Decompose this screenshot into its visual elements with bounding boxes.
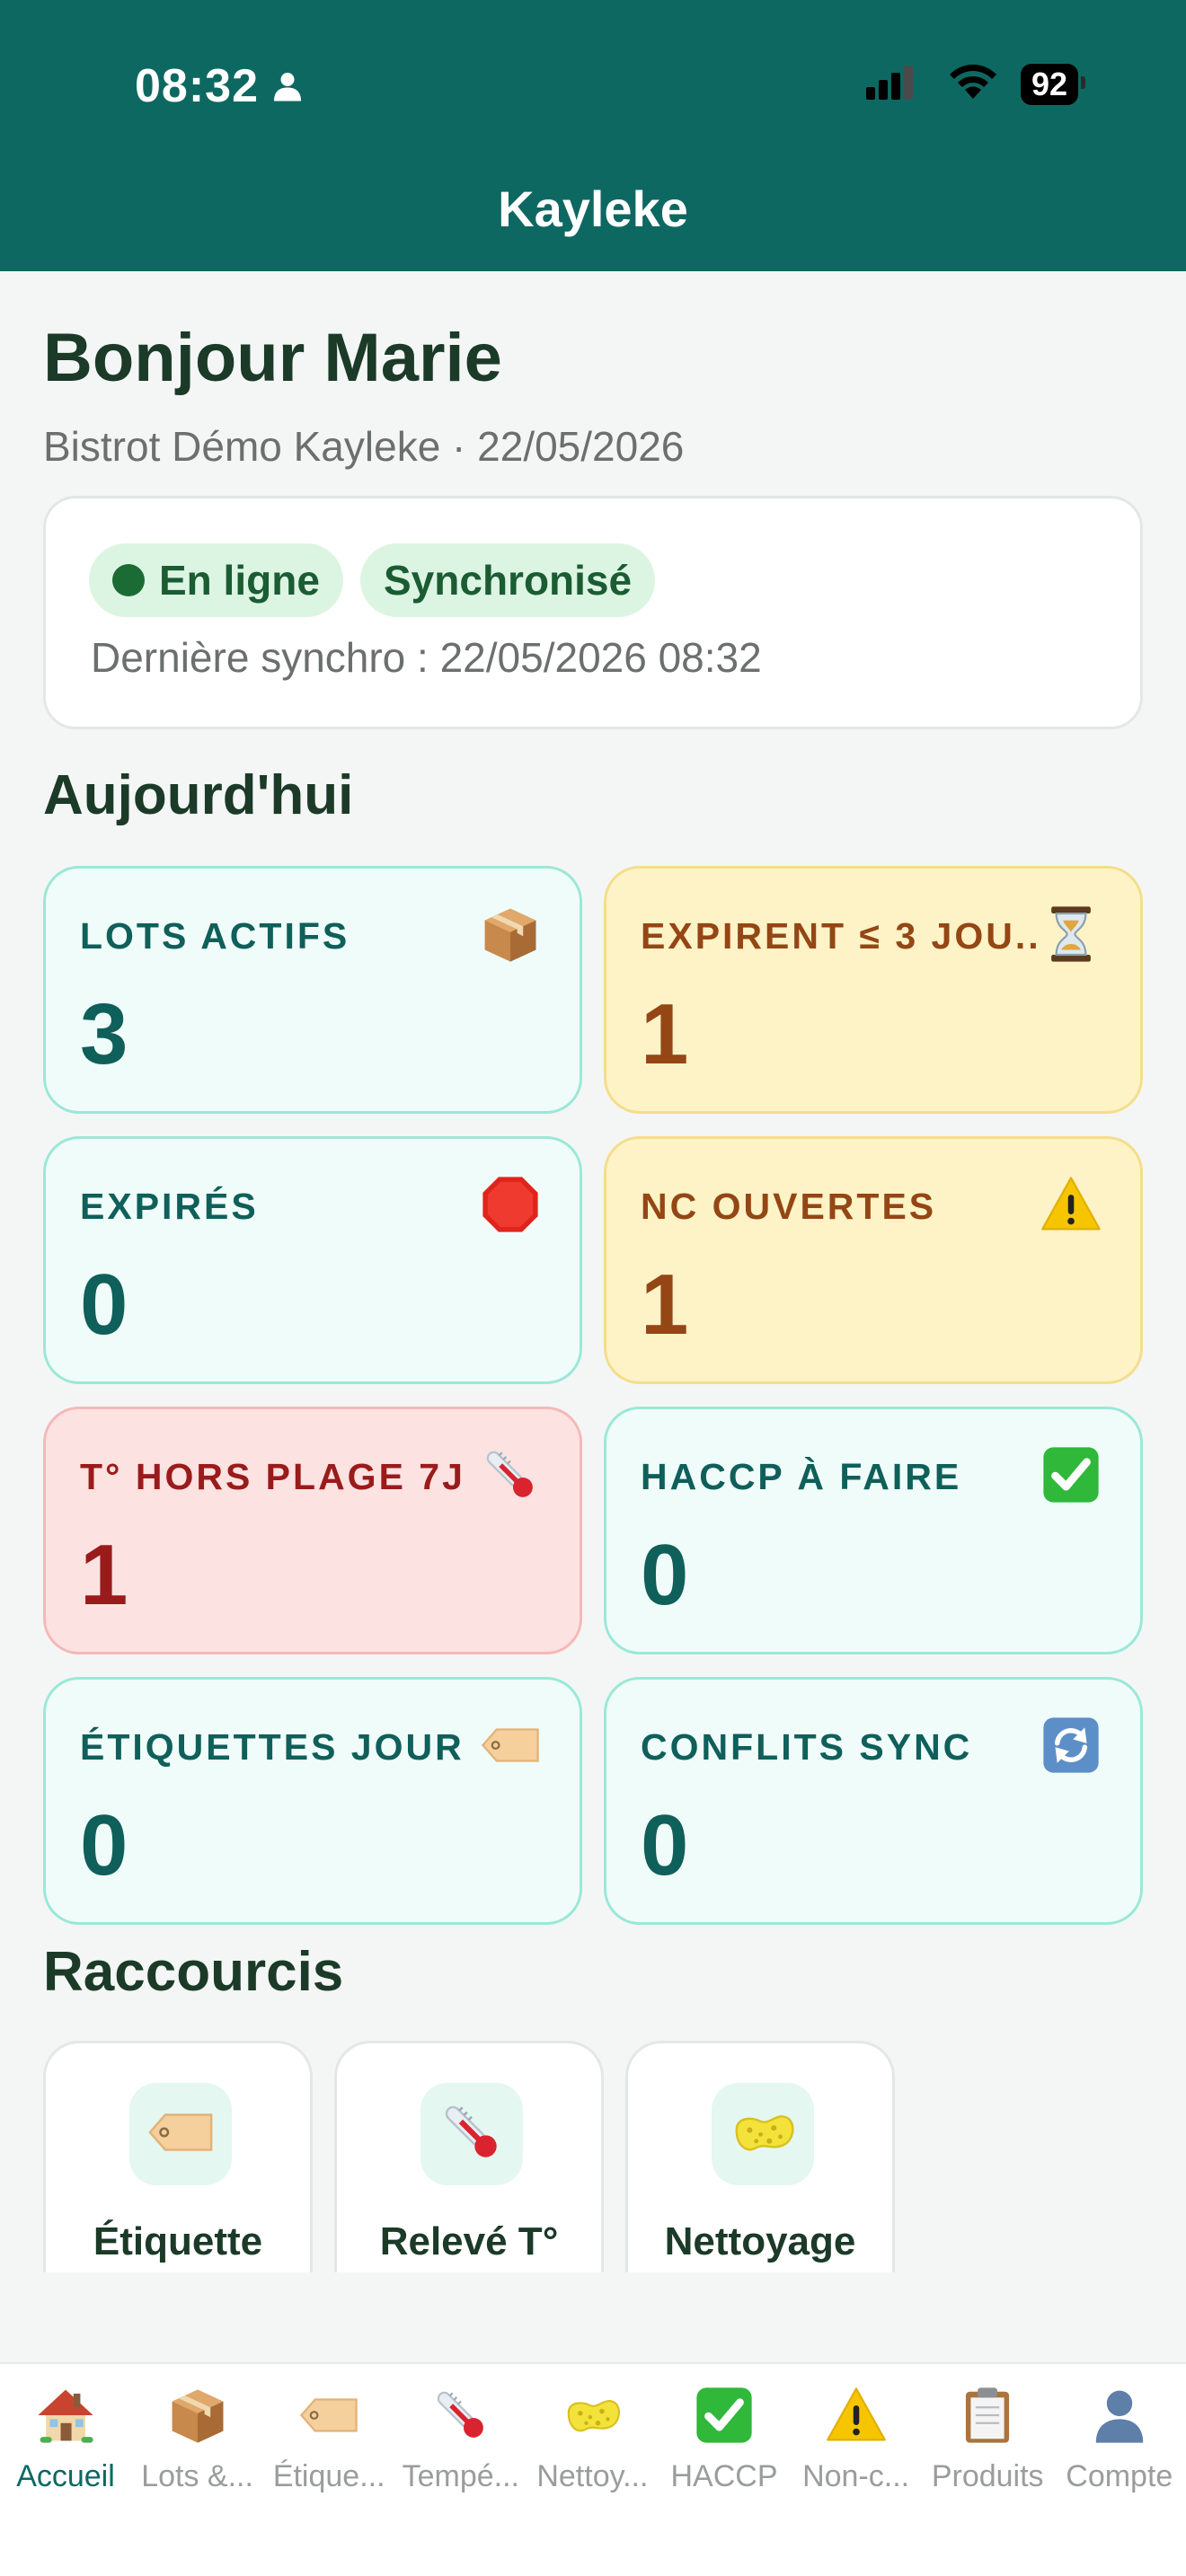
- stat-label: EXPIRÉS: [80, 1186, 259, 1227]
- tab-item[interactable]: Lots &...: [132, 2375, 263, 2494]
- clock-text: 08:32: [135, 60, 259, 112]
- stat-card[interactable]: HACCP À FAIRE 0: [604, 1407, 1143, 1654]
- hourglass-icon: [1040, 903, 1102, 966]
- stat-card[interactable]: NC OUVERTES 1: [604, 1136, 1143, 1384]
- shortcut-button[interactable]: Relevé T°: [334, 2041, 604, 2274]
- shortcut-button[interactable]: Nettoyage: [625, 2041, 895, 2274]
- stat-label: EXPIRENT ≤ 3 JOU...: [641, 915, 1036, 957]
- shortcut-label: Relevé T°: [379, 2219, 559, 2263]
- warning-icon: [825, 2384, 888, 2447]
- tab-item[interactable]: Étique...: [263, 2375, 394, 2494]
- tab-label: Accueil: [16, 2459, 115, 2493]
- stat-value: 0: [641, 1527, 689, 1623]
- restaurant-date-subtitle: Bistrot Démo Kayleke · 22/05/2026: [43, 423, 685, 470]
- tab-label: Nettoy...: [536, 2459, 649, 2493]
- shortcut-icon-tile: [712, 2083, 814, 2185]
- stop-sign-icon: [479, 1173, 542, 1236]
- stat-value: 0: [641, 1797, 689, 1893]
- tab-item[interactable]: Compte: [1054, 2375, 1185, 2494]
- stat-value: 0: [80, 1257, 128, 1353]
- shortcut-label: Étiquette: [93, 2219, 263, 2263]
- house-icon: [34, 2384, 97, 2447]
- stat-card[interactable]: T° HORS PLAGE 7J 1: [43, 1407, 582, 1654]
- tab-label: Produits: [931, 2459, 1044, 2493]
- tab-item[interactable]: Nettoy...: [527, 2375, 658, 2494]
- shortcuts-section-title: Raccourcis: [43, 1941, 344, 2003]
- shortcut-button[interactable]: Étiquette: [43, 2041, 313, 2274]
- synced-label: Synchronisé: [384, 557, 633, 604]
- tab-item[interactable]: Produits: [922, 2375, 1053, 2494]
- status-bar-time: 08:32: [135, 59, 304, 113]
- tab-item[interactable]: Accueil: [0, 2375, 131, 2494]
- cellular-signal-icon: [865, 64, 925, 104]
- page-title: Kayleke: [498, 181, 688, 237]
- stat-card[interactable]: LOTS ACTIFS 3: [43, 866, 582, 1114]
- stat-value: 3: [80, 986, 128, 1082]
- tab-label: Étique...: [272, 2459, 385, 2493]
- scroll-fade: [0, 2272, 1186, 2362]
- tab-item[interactable]: HACCP: [659, 2375, 790, 2494]
- stat-label: NC OUVERTES: [641, 1186, 937, 1227]
- stat-card[interactable]: EXPIRENT ≤ 3 JOU... 1: [604, 866, 1143, 1114]
- online-label: En ligne: [159, 557, 320, 604]
- shortcut-icon-tile: [420, 2083, 523, 2185]
- tag-icon: [146, 2097, 216, 2172]
- stat-value: 1: [80, 1527, 128, 1623]
- warning-icon: [1040, 1173, 1102, 1236]
- stat-label: ÉTIQUETTES JOUR: [80, 1726, 465, 1768]
- sync-status-card: En ligne Synchronisé Dernière synchro : …: [43, 496, 1143, 729]
- thermometer-icon: [429, 2384, 492, 2447]
- tab-item[interactable]: Non-c...: [791, 2375, 922, 2494]
- stat-value: 0: [80, 1797, 128, 1893]
- stat-label: CONFLITS SYNC: [641, 1726, 973, 1768]
- tab-label: HACCP: [670, 2459, 778, 2493]
- clipboard-icon: [956, 2384, 1019, 2447]
- sync-icon: [1040, 1714, 1102, 1777]
- check-box-icon: [693, 2384, 756, 2447]
- stat-card[interactable]: CONFLITS SYNC 0: [604, 1677, 1143, 1925]
- greeting-heading: Bonjour Marie: [43, 320, 502, 396]
- stat-value: 1: [641, 986, 689, 1082]
- online-badge: En ligne: [89, 543, 343, 617]
- battery-indicator: 92: [1020, 63, 1086, 105]
- package-icon: [479, 903, 542, 966]
- stat-card[interactable]: EXPIRÉS 0: [43, 1136, 582, 1384]
- stat-label: HACCP À FAIRE: [641, 1456, 962, 1497]
- bottom-tab-bar: Accueil Lots &... Étique... Tempé... Nettoy.…: [0, 2362, 1186, 2576]
- app-header: 08:32 92 Kayleke: [0, 0, 1186, 271]
- user-status-icon: [271, 70, 304, 102]
- person-icon: [1088, 2384, 1151, 2447]
- shortcut-icon-tile: [129, 2083, 232, 2185]
- tag-icon: [297, 2384, 360, 2447]
- last-sync-text: Dernière synchro : 22/05/2026 08:32: [91, 634, 762, 681]
- package-icon: [166, 2384, 229, 2447]
- stat-card[interactable]: ÉTIQUETTES JOUR 0: [43, 1677, 582, 1925]
- tag-icon: [479, 1714, 542, 1777]
- stat-label: LOTS ACTIFS: [80, 915, 350, 957]
- status-bar-indicators: 92: [865, 63, 1086, 105]
- sponge-icon: [561, 2384, 624, 2447]
- wifi-icon: [947, 63, 999, 105]
- thermometer-icon: [437, 2097, 507, 2172]
- synced-badge: Synchronisé: [360, 543, 656, 617]
- check-box-icon: [1040, 1443, 1102, 1506]
- stat-value: 1: [641, 1257, 689, 1353]
- shortcut-label: Nettoyage: [664, 2219, 856, 2263]
- sponge-icon: [728, 2097, 798, 2172]
- today-section-title: Aujourd'hui: [43, 764, 354, 826]
- thermometer-icon: [479, 1443, 542, 1506]
- online-dot-icon: [112, 564, 145, 596]
- tab-label: Compte: [1066, 2459, 1173, 2493]
- tab-label: Lots &...: [141, 2459, 253, 2493]
- stat-label: T° HORS PLAGE 7J: [80, 1456, 465, 1497]
- tab-label: Tempé...: [402, 2459, 519, 2493]
- tab-item[interactable]: Tempé...: [395, 2375, 527, 2494]
- tab-label: Non-c...: [802, 2459, 910, 2493]
